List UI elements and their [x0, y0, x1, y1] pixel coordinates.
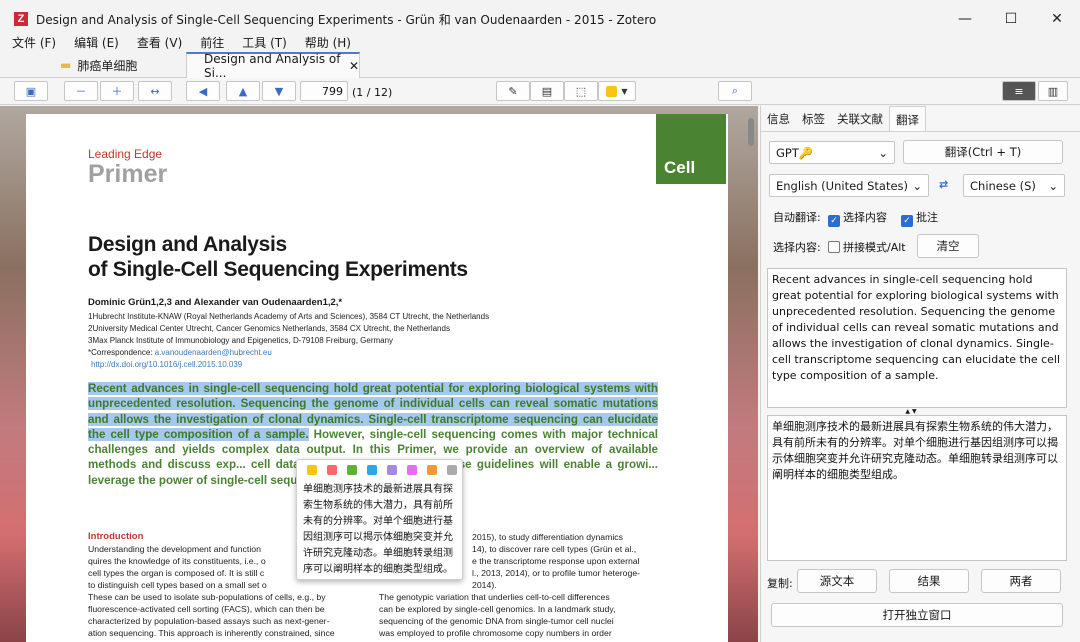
- resize-handle[interactable]: ▲ ▼: [871, 409, 951, 415]
- highlight-tool-button[interactable]: ✎: [496, 81, 530, 101]
- menu-file[interactable]: 文件 (F): [0, 34, 62, 52]
- tab-tags[interactable]: 标签: [796, 106, 831, 131]
- right-column: 2015), to study differentiation dynamics…: [472, 532, 641, 590]
- viewer-scrollbar[interactable]: [748, 118, 754, 146]
- close-tab-icon[interactable]: ✕: [349, 59, 359, 73]
- copy-label: 复制:: [767, 577, 793, 590]
- tab-label: Design and Analysis of Si...: [204, 52, 341, 80]
- tab-library[interactable]: ▬ 肺癌单细胞: [48, 52, 184, 78]
- copy-both-button[interactable]: 两者: [981, 569, 1061, 593]
- open-standalone-button[interactable]: 打开独立窗口: [771, 603, 1063, 627]
- engine-select[interactable]: GPT🔑 ⌄: [769, 141, 895, 164]
- search-icon[interactable]: ⌕: [718, 81, 752, 101]
- selection-popup: 单细胞测序技术的最新进展具有探索生物系统的伟大潜力，具有前所未有的分辨率。对单个…: [296, 459, 463, 580]
- color-swatch-5[interactable]: [407, 465, 417, 475]
- item-pane: 信息 标签 关联文献 翻译 GPT🔑 ⌄ 翻译(Ctrl + T) English…: [760, 106, 1080, 642]
- menu-go[interactable]: 前往: [188, 34, 230, 52]
- affiliation-2: 2University Medical Center Utrecht, Canc…: [88, 324, 450, 333]
- check-icon: ✓: [901, 215, 913, 227]
- auto-selection-checkbox[interactable]: ✓ 选择内容: [828, 209, 887, 227]
- color-swatch-0[interactable]: [307, 465, 317, 475]
- area-tool-button[interactable]: ⬚: [564, 81, 598, 101]
- source-text-area[interactable]: Recent advances in single-cell sequencin…: [767, 268, 1067, 408]
- note-tool-button[interactable]: ▤: [530, 81, 564, 101]
- tab-related[interactable]: 关联文献: [831, 106, 889, 131]
- source-language-select[interactable]: English (United States) ⌄: [769, 174, 929, 197]
- tab-label: 肺癌单细胞: [77, 58, 138, 73]
- correspondence: *Correspondence: a.vanoudenaarden@hubrec…: [88, 348, 272, 357]
- translate-button[interactable]: 翻译(Ctrl + T): [903, 140, 1063, 164]
- color-swatch-2[interactable]: [347, 465, 357, 475]
- authors: Dominic Grün1,2,3 and Alexander van Oude…: [88, 297, 343, 308]
- auto-translate-label: 自动翻译:: [773, 211, 821, 224]
- section-label: Leading Edge: [88, 147, 163, 161]
- popup-translation: 单细胞测序技术的最新进展具有探索生物系统的伟大潜力，具有前所未有的分辨率。对单个…: [303, 484, 453, 575]
- color-picker-button[interactable]: ▼: [598, 81, 636, 101]
- chevron-down-icon: ⌄: [912, 179, 922, 193]
- color-swatch-1[interactable]: [327, 465, 337, 475]
- tab-info[interactable]: 信息: [761, 106, 796, 131]
- color-swatch: [606, 85, 618, 97]
- concat-mode-checkbox[interactable]: 拼接模式/Alt: [828, 239, 906, 255]
- right-column-cont: The genotypic variation that underlies c…: [379, 592, 616, 638]
- next-page-button[interactable]: ▼: [262, 81, 296, 101]
- intro-heading: Introduction: [88, 531, 144, 542]
- pane-tabs: 信息 标签 关联文献 翻译: [761, 106, 1080, 132]
- chevron-down-icon: ⌄: [1048, 179, 1058, 193]
- page-count: (1 / 12): [352, 86, 393, 99]
- affiliation-1: 1Hubrecht Institute-KNAW (Royal Netherla…: [88, 312, 490, 321]
- article-type: Primer: [88, 160, 168, 188]
- doi-link[interactable]: http://dx.doi.org/10.1016/j.cell.2015.10…: [91, 360, 242, 369]
- menu-edit[interactable]: 编辑 (E): [62, 34, 125, 52]
- close-window-button[interactable]: ✕: [1034, 0, 1080, 38]
- notes-pane-button[interactable]: ▥: [1038, 81, 1068, 101]
- email-link[interactable]: a.vanoudenaarden@hubrecht.eu: [155, 348, 272, 357]
- color-swatch-4[interactable]: [387, 465, 397, 475]
- minimize-button[interactable]: —: [942, 0, 988, 38]
- result-text-area[interactable]: 单细胞测序技术的最新进展具有探索生物系统的伟大潜力，具有前所未有的分辨率。对单个…: [767, 415, 1067, 561]
- zoom-out-button[interactable]: －: [64, 81, 98, 101]
- maximize-button[interactable]: ☐: [988, 0, 1034, 38]
- menu-help[interactable]: 帮助 (H): [293, 34, 357, 52]
- prev-page-button[interactable]: ▲: [226, 81, 260, 101]
- color-swatch-3[interactable]: [367, 465, 377, 475]
- copy-result-button[interactable]: 结果: [889, 569, 969, 593]
- color-swatch-6[interactable]: [427, 465, 437, 475]
- auto-annotation-checkbox[interactable]: ✓ 批注: [901, 209, 938, 227]
- check-icon: ✓: [828, 215, 840, 227]
- color-swatch-7[interactable]: [447, 465, 457, 475]
- page-input[interactable]: 799: [300, 81, 348, 101]
- toggle-sidebar-button[interactable]: ▣: [14, 81, 48, 101]
- journal-logo: Cell: [656, 114, 726, 184]
- menu-tools[interactable]: 工具 (T): [230, 34, 293, 52]
- chevron-down-icon: ⌄: [878, 146, 888, 160]
- menu-view[interactable]: 查看 (V): [125, 34, 188, 52]
- target-language-select[interactable]: Chinese (S) ⌄: [963, 174, 1065, 197]
- copy-source-button[interactable]: 源文本: [797, 569, 877, 593]
- folder-icon: ▬: [60, 58, 72, 72]
- zotero-logo-icon: Z: [14, 12, 28, 26]
- back-button[interactable]: ◀: [186, 81, 220, 101]
- affiliation-3: 3Max Planck Institute of Immunobiology a…: [88, 336, 394, 345]
- selection-label: 选择内容:: [773, 241, 821, 254]
- swap-languages-icon[interactable]: ⇄: [939, 178, 948, 191]
- paper-title: Design and Analysis of Single-Cell Seque…: [88, 233, 468, 281]
- highlight-color-swatches: [307, 465, 457, 475]
- menu-bar: 文件 (F) 编辑 (E) 查看 (V) 前往 工具 (T) 帮助 (H): [0, 34, 357, 52]
- tab-reader[interactable]: Design and Analysis of Si... ✕: [186, 52, 360, 80]
- tab-translate[interactable]: 翻译: [889, 106, 926, 131]
- fit-width-button[interactable]: ↔: [138, 81, 172, 101]
- reader-toolbar: ▣ － ＋ ↔ ◀ ▲ ▼ 799 (1 / 12) ✎ ▤ ⬚ ▼ ⌕ ≡ ▥: [0, 78, 1080, 105]
- window-title: Design and Analysis of Single-Cell Seque…: [36, 12, 657, 27]
- title-bar: Z Design and Analysis of Single-Cell Seq…: [0, 0, 1080, 38]
- context-pane-button[interactable]: ≡: [1002, 81, 1036, 101]
- clear-button[interactable]: 清空: [917, 234, 979, 258]
- zoom-in-button[interactable]: ＋: [100, 81, 134, 101]
- tab-bar: ▬ 肺癌单细胞 Design and Analysis of Si... ✕: [0, 52, 1080, 80]
